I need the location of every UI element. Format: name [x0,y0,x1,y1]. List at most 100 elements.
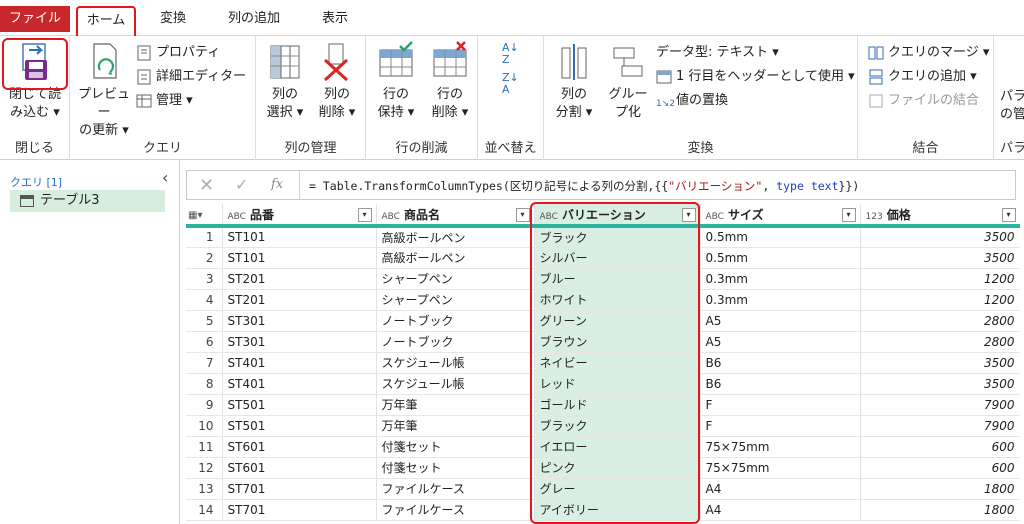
table-cell[interactable]: ST301 [222,310,377,332]
table-cell[interactable]: ノートブック [376,310,535,332]
table-cell[interactable]: ゴールド [534,394,701,416]
table-cell[interactable]: スケジュール帳 [376,373,535,395]
column-header[interactable]: ABC 商品名 ▾ [376,204,535,228]
table-cell[interactable]: ST501 [222,394,377,416]
table-cell[interactable]: ブラック [534,415,701,437]
table-cell[interactable]: アイボリー [534,499,701,521]
table-cell[interactable]: 3500 [860,373,1020,395]
table-cell[interactable]: ST401 [222,373,377,395]
table-cell[interactable]: シャープペン [376,289,535,311]
table-cell[interactable]: B6 [700,352,861,374]
filter-dropdown-icon[interactable]: ▾ [1001,208,1016,222]
manage-button[interactable]: 管理 ▾ [136,90,193,112]
query-item-table3[interactable]: テーブル3 [10,190,165,212]
table-cell[interactable]: ブラウン [534,331,701,353]
table-cell[interactable]: 0.3mm [700,268,861,290]
table-cell[interactable]: シャープペン [376,268,535,290]
table-row[interactable]: 11 ST601 付箋セット イエロー 75×75mm 600 [186,436,1020,458]
remove-rows-button[interactable]: 行の 削除 ▾ [424,40,476,122]
table-cell[interactable]: イエロー [534,436,701,458]
confirm-formula-icon[interactable]: ✓ [235,175,248,194]
table-cell[interactable]: 600 [860,436,1020,458]
table-cell[interactable]: A5 [700,331,861,353]
refresh-preview-button[interactable]: プレビュー の更新 ▾ [74,40,134,140]
table-row[interactable]: 6 ST301 ノートブック ブラウン A5 2800 [186,331,1020,353]
table-cell[interactable]: ST501 [222,415,377,437]
keep-rows-button[interactable]: 行の 保持 ▾ [370,40,422,122]
table-cell[interactable]: 万年筆 [376,415,535,437]
tab-home[interactable]: ホーム [76,6,136,36]
table-row[interactable]: 5 ST301 ノートブック グリーン A5 2800 [186,310,1020,332]
table-cell[interactable]: ST601 [222,457,377,479]
table-cell[interactable]: 1200 [860,268,1020,290]
table-cell[interactable]: ST101 [222,247,377,269]
table-cell[interactable]: 1200 [860,289,1020,311]
table-cell[interactable]: 2800 [860,331,1020,353]
table-cell[interactable]: F [700,415,861,437]
split-column-button[interactable]: 列の 分割 ▾ [548,40,600,122]
table-cell[interactable]: グリーン [534,310,701,332]
table-row[interactable]: 1 ST101 高級ボールペン ブラック 0.5mm 3500 [186,226,1020,248]
merge-queries-button[interactable]: クエリのマージ ▾ [868,42,989,64]
table-cell[interactable]: スケジュール帳 [376,352,535,374]
table-cell[interactable]: 75×75mm [700,457,861,479]
table-cell[interactable]: ブルー [534,268,701,290]
remove-columns-button[interactable]: 列の 削除 ▾ [312,40,362,122]
filter-dropdown-icon[interactable]: ▾ [681,208,696,222]
column-header-selected[interactable]: ABC バリエーション ▾ [534,204,701,228]
table-row[interactable]: 12 ST601 付箋セット ピンク 75×75mm 600 [186,457,1020,479]
table-cell[interactable]: ST701 [222,499,377,521]
advanced-editor-button[interactable]: 詳細エディター [136,66,246,88]
table-cell[interactable]: 付箋セット [376,457,535,479]
combine-files-button[interactable]: ファイルの結合 [868,90,979,112]
table-cell[interactable]: 0.5mm [700,247,861,269]
table-cell[interactable]: シルバー [534,247,701,269]
table-cell[interactable]: ノートブック [376,331,535,353]
filter-dropdown-icon[interactable]: ▾ [515,208,530,222]
table-cell[interactable]: 3500 [860,247,1020,269]
table-cell[interactable]: 75×75mm [700,436,861,458]
replace-values-button[interactable]: 1↘2値の置換 [656,90,728,112]
table-cell[interactable]: 7900 [860,394,1020,416]
tab-view[interactable]: 表示 [310,6,360,32]
table-cell[interactable]: ST701 [222,478,377,500]
properties-button[interactable]: プロパティ [136,42,220,64]
table-cell[interactable]: 1800 [860,478,1020,500]
filter-dropdown-icon[interactable]: ▾ [841,208,856,222]
table-row[interactable]: 8 ST401 スケジュール帳 レッド B6 3500 [186,373,1020,395]
table-cell[interactable]: ST201 [222,289,377,311]
cancel-formula-icon[interactable]: ✕ [199,175,214,196]
table-cell[interactable]: 7900 [860,415,1020,437]
fx-icon[interactable]: fx [271,177,283,192]
table-row[interactable]: 9 ST501 万年筆 ゴールド F 7900 [186,394,1020,416]
manage-parameters-button[interactable]: パラ の管 [1000,88,1024,124]
table-cell[interactable]: 付箋セット [376,436,535,458]
table-cell[interactable]: ファイルケース [376,499,535,521]
collapse-pane-chevron-icon[interactable]: ‹ [162,168,168,187]
table-cell[interactable]: ファイルケース [376,478,535,500]
table-cell[interactable]: ホワイト [534,289,701,311]
table-cell[interactable]: 高級ボールペン [376,226,535,248]
table-cell[interactable]: ST401 [222,352,377,374]
table-cell[interactable]: A5 [700,310,861,332]
table-row[interactable]: 3 ST201 シャープペン ブルー 0.3mm 1200 [186,268,1020,290]
table-cell[interactable]: グレー [534,478,701,500]
table-cell[interactable]: 1800 [860,499,1020,521]
tab-file[interactable]: ファイル [0,6,70,32]
table-cell[interactable]: 0.3mm [700,289,861,311]
column-header[interactable]: ABC サイズ ▾ [700,204,861,228]
table-cell[interactable]: ST201 [222,268,377,290]
sort-descending-icon[interactable]: Z↓ A [502,72,519,96]
table-cell[interactable]: 3500 [860,226,1020,248]
table-cell[interactable]: 高級ボールペン [376,247,535,269]
column-header[interactable]: ABC 品番 ▾ [222,204,377,228]
choose-columns-button[interactable]: 列の 選択 ▾ [260,40,310,122]
table-cell[interactable]: 万年筆 [376,394,535,416]
table-cell[interactable]: A4 [700,499,861,521]
table-cell[interactable]: 0.5mm [700,226,861,248]
table-cell[interactable]: レッド [534,373,701,395]
table-cell[interactable]: 600 [860,457,1020,479]
column-header[interactable]: 123 価格 ▾ [860,204,1020,228]
table-cell[interactable]: ネイビー [534,352,701,374]
table-cell[interactable]: ST101 [222,226,377,248]
